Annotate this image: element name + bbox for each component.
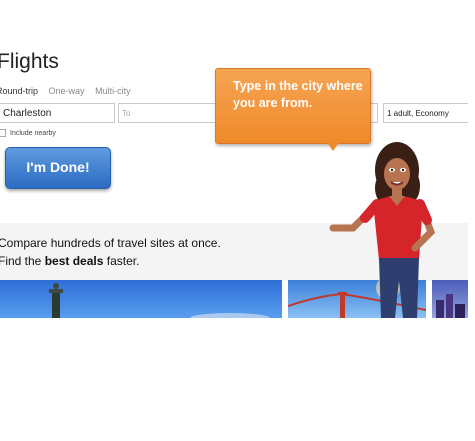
tab-one-way[interactable]: One-way (49, 86, 85, 96)
from-input[interactable]: Charleston (0, 103, 115, 123)
include-nearby-checkbox[interactable]: Include nearby (0, 129, 56, 137)
callout-bubble: Type in the city where you are from. (215, 68, 371, 144)
page-title: Flights (0, 50, 59, 73)
promo-line-2: Find the best deals faster. (0, 254, 139, 268)
tower-image (49, 283, 270, 318)
done-button[interactable]: I'm Done! (5, 147, 111, 189)
checkbox-icon[interactable] (0, 129, 6, 137)
passengers-select[interactable]: 1 adult, Economy (383, 103, 468, 123)
promo-highlight: best deals (44, 254, 104, 268)
destination-photo-city[interactable] (432, 280, 468, 318)
promo-line-1: Compare hundreds of travel sites at once… (0, 236, 221, 250)
promo-line-2-suffix: faster. (103, 254, 140, 268)
destination-photo-tower[interactable] (0, 280, 282, 318)
to-input[interactable]: To (118, 103, 222, 123)
city-image (436, 294, 465, 318)
promo-line-2-prefix: Find the (0, 254, 45, 268)
tab-multi-city[interactable]: Multi-city (95, 86, 131, 96)
include-nearby-label: Include nearby (10, 129, 56, 137)
screenshot-frame: Flights Round-trip One-way Multi-city Ch… (0, 0, 468, 318)
callout-text: Type in the city where you are from. (233, 79, 363, 110)
avatar-character (329, 142, 435, 318)
trip-type-tabs: Round-trip One-way Multi-city (0, 86, 139, 96)
tab-round-trip[interactable]: Round-trip (0, 86, 38, 96)
